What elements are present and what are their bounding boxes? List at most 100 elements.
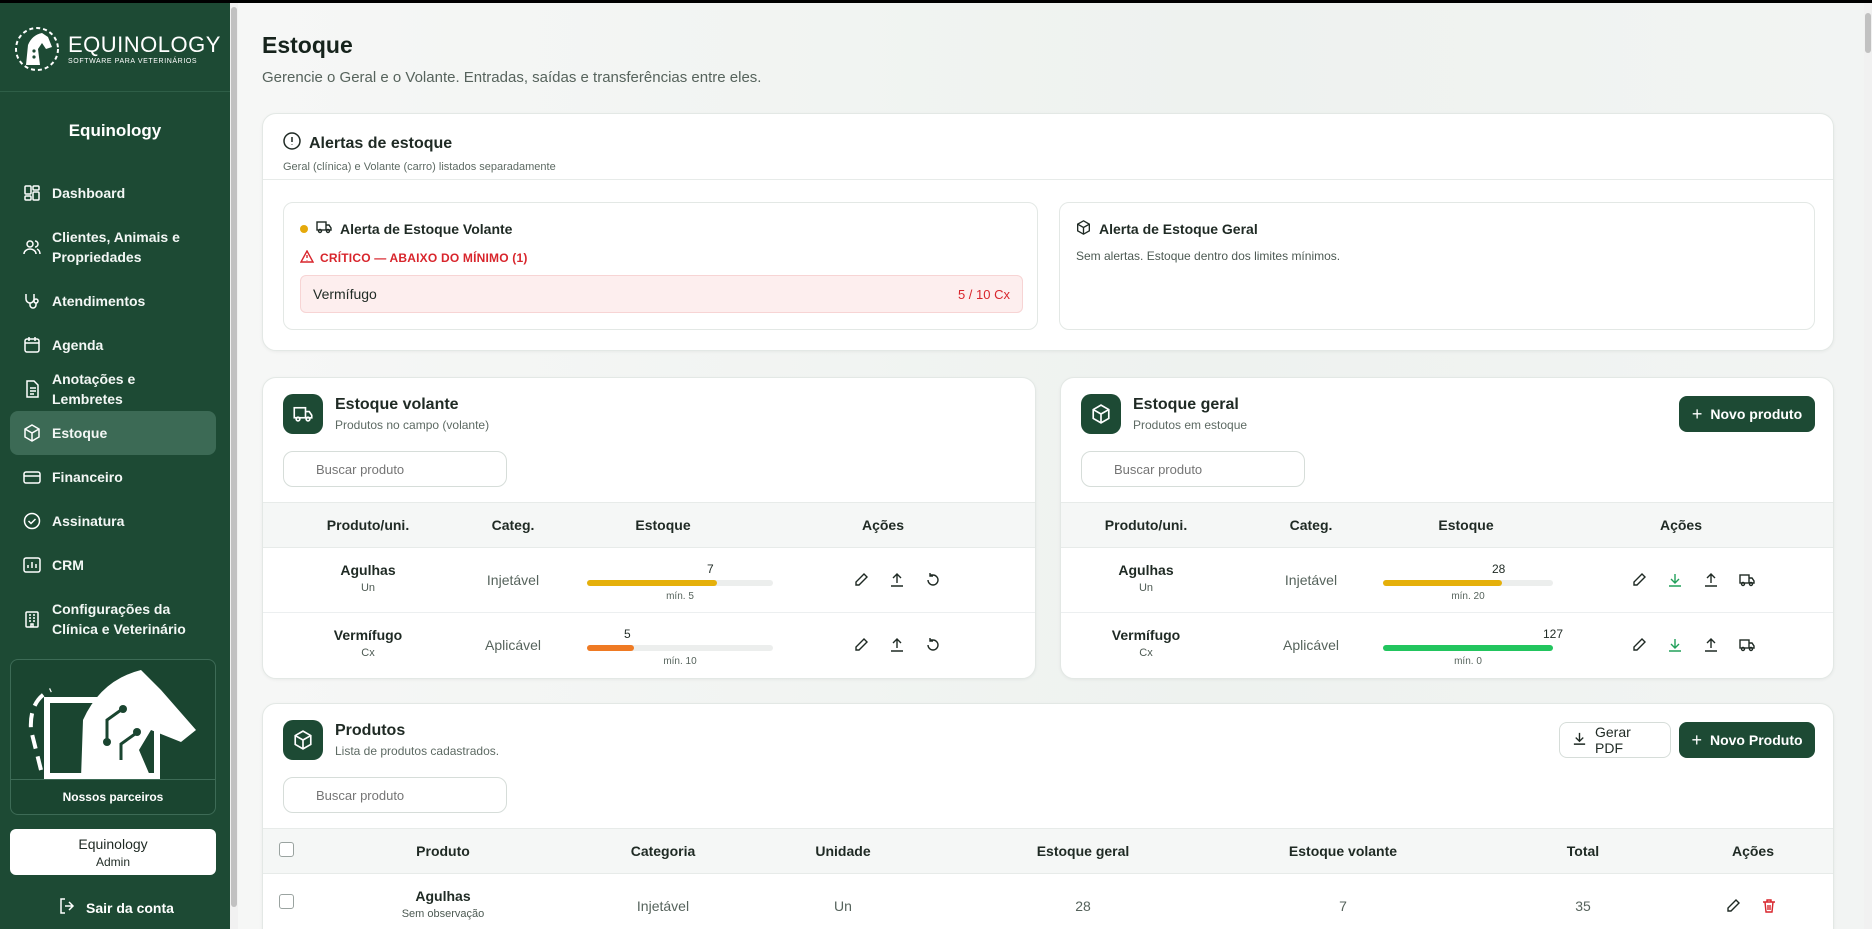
edit-icon[interactable]: [851, 570, 871, 590]
generate-pdf-button[interactable]: Gerar PDF: [1559, 722, 1671, 758]
download-icon: [1572, 731, 1587, 749]
product-unit: Cx: [1139, 647, 1153, 659]
sidebar-item-label: Atendimentos: [52, 293, 146, 309]
sidebar-title: Equinology: [68, 121, 162, 140]
page-scrollbar-thumb[interactable]: [1865, 13, 1871, 53]
stock-min: mín. 5: [666, 591, 694, 602]
sidebar-item-clients[interactable]: Clientes, Animais e Propriedades: [10, 215, 216, 279]
truck-icon: [316, 220, 332, 237]
row-actions: [1715, 896, 1787, 916]
product-name: Agulhas Sem observação: [363, 888, 523, 920]
volante-table-header: Produto/uni. Categ. Estoque Ações: [263, 502, 1035, 548]
row-actions: [1621, 635, 1765, 655]
alert-circle-icon: [283, 132, 301, 155]
table-row[interactable]: Vermífugo Cx Aplicável 5 mín. 10: [263, 613, 1035, 678]
edit-icon[interactable]: [1629, 635, 1649, 655]
sidebar-scrollbar[interactable]: [230, 3, 238, 929]
row-actions: [843, 570, 951, 590]
sidebar-nav: Dashboard Clientes, Animais e Propriedad…: [10, 171, 216, 651]
download-icon[interactable]: [1665, 570, 1685, 590]
product-unit: Cx: [361, 647, 375, 659]
upload-icon[interactable]: [1701, 570, 1721, 590]
geral-search-input[interactable]: [1081, 451, 1305, 487]
product-unit: Un: [1138, 582, 1154, 594]
user-card[interactable]: Equinology Admin: [10, 829, 216, 875]
horse-circuit-icon: [28, 670, 196, 779]
edit-icon[interactable]: [1723, 896, 1743, 916]
upload-icon[interactable]: [887, 635, 907, 655]
sidebar-item-financeiro[interactable]: Financeiro: [10, 455, 216, 499]
sidebar-item-assinatura[interactable]: Assinatura: [10, 499, 216, 543]
new-product-button[interactable]: + Novo produto: [1679, 396, 1815, 432]
product-name-text: Vermífugo: [333, 627, 403, 643]
brand-name: EQUINOLOGY: [68, 31, 221, 57]
products-search-input[interactable]: [283, 777, 507, 813]
sidebar-item-settings[interactable]: Configurações da Clínica e Veterinário: [10, 587, 216, 651]
stock-bar: 28 mín. 20: [1383, 562, 1553, 602]
horse-logo-icon: [15, 27, 59, 71]
sidebar-item-dashboard[interactable]: Dashboard: [10, 171, 216, 215]
col-actions: Ações: [1659, 517, 1703, 533]
sidebar-item-estoque[interactable]: Estoque: [10, 411, 216, 455]
product-category: Aplicável: [484, 637, 542, 653]
product-total: 35: [1575, 898, 1591, 914]
sidebar-item-atendimentos[interactable]: Atendimentos: [10, 279, 216, 323]
sidebar-item-agenda[interactable]: Agenda: [10, 323, 216, 367]
table-row[interactable]: Agulhas Un Injetável 28 mín. 20: [1061, 548, 1833, 613]
geral-alert-title: Alerta de Estoque Geral: [1099, 221, 1258, 237]
brand-tagline: SOFTWARE PARA VETERINÁRIOS: [68, 57, 198, 65]
row-checkbox[interactable]: [279, 894, 294, 909]
page-scrollbar[interactable]: [1864, 3, 1872, 929]
brand-logo[interactable]: EQUINOLOGY SOFTWARE PARA VETERINÁRIOS: [12, 25, 221, 73]
stock-bar-track: [587, 580, 773, 586]
partners-card[interactable]: Nossos parceiros: [10, 659, 216, 815]
products-card: Produtos Lista de produtos cadastrados. …: [262, 703, 1834, 929]
stock-bar-fill: [587, 580, 717, 586]
product-category: Injetável: [636, 898, 690, 914]
new-product-label: Novo produto: [1710, 406, 1803, 422]
reset-icon[interactable]: [923, 635, 943, 655]
table-row[interactable]: Agulhas Un Injetável 7 mín. 5: [263, 548, 1035, 613]
download-icon[interactable]: [1665, 635, 1685, 655]
box-badge-icon: [283, 720, 323, 760]
sidebar-item-label: CRM: [52, 557, 84, 573]
edit-icon[interactable]: [1629, 570, 1649, 590]
products-table-header: Produto Categoria Unidade Estoque geral …: [263, 828, 1833, 874]
table-row[interactable]: Agulhas Sem observação Injetável Un 28 7 …: [263, 874, 1833, 929]
sidebar-item-crm[interactable]: CRM: [10, 543, 216, 587]
truck-icon[interactable]: [1737, 570, 1757, 590]
col-actions: Ações: [1731, 843, 1775, 859]
sidebar-item-label: Assinatura: [52, 513, 125, 529]
dashboard-icon: [22, 183, 42, 203]
upload-icon[interactable]: [1701, 635, 1721, 655]
upload-icon[interactable]: [887, 570, 907, 590]
stock-bar: 5 mín. 10: [587, 627, 773, 667]
reset-icon[interactable]: [923, 570, 943, 590]
col-volante-stock: Estoque volante: [1288, 843, 1398, 859]
building-icon: [22, 609, 42, 629]
stethoscope-icon: [22, 291, 42, 311]
sidebar-item-notes[interactable]: Anotações e Lembretes: [10, 367, 216, 411]
trash-icon[interactable]: [1759, 896, 1779, 916]
alerts-subtitle: Geral (clínica) e Volante (carro) listad…: [283, 161, 556, 173]
volante-title: Estoque volante: [335, 396, 459, 413]
col-stock: Estoque: [1438, 517, 1494, 533]
user-role: Admin: [95, 855, 130, 869]
volante-search-input[interactable]: [283, 451, 507, 487]
generate-pdf-label: Gerar PDF: [1595, 724, 1631, 756]
table-row[interactable]: Vermífugo Cx Aplicável 127 mín. 0: [1061, 613, 1833, 678]
sidebar-item-label: Financeiro: [52, 469, 123, 485]
col-general-stock: Estoque geral: [1036, 843, 1130, 859]
sidebar-scrollbar-thumb[interactable]: [231, 7, 237, 907]
edit-icon[interactable]: [851, 635, 871, 655]
truck-icon[interactable]: [1737, 635, 1757, 655]
critical-item[interactable]: Vermífugo 5 / 10 Cx: [300, 275, 1023, 313]
new-product-button[interactable]: + Novo Produto: [1679, 722, 1815, 758]
volante-alert-card: Alerta de Estoque Volante CRÍTICO — ABAI…: [283, 202, 1038, 330]
product-name-text: Agulhas: [415, 888, 471, 904]
page-title: Estoque: [262, 32, 353, 58]
logout-button[interactable]: Sair da conta: [58, 897, 174, 918]
select-all-checkbox[interactable]: [279, 842, 294, 857]
critical-label: CRÍTICO — ABAIXO DO MÍNIMO (1): [299, 249, 528, 266]
alerts-title: Alertas de estoque: [309, 134, 453, 152]
